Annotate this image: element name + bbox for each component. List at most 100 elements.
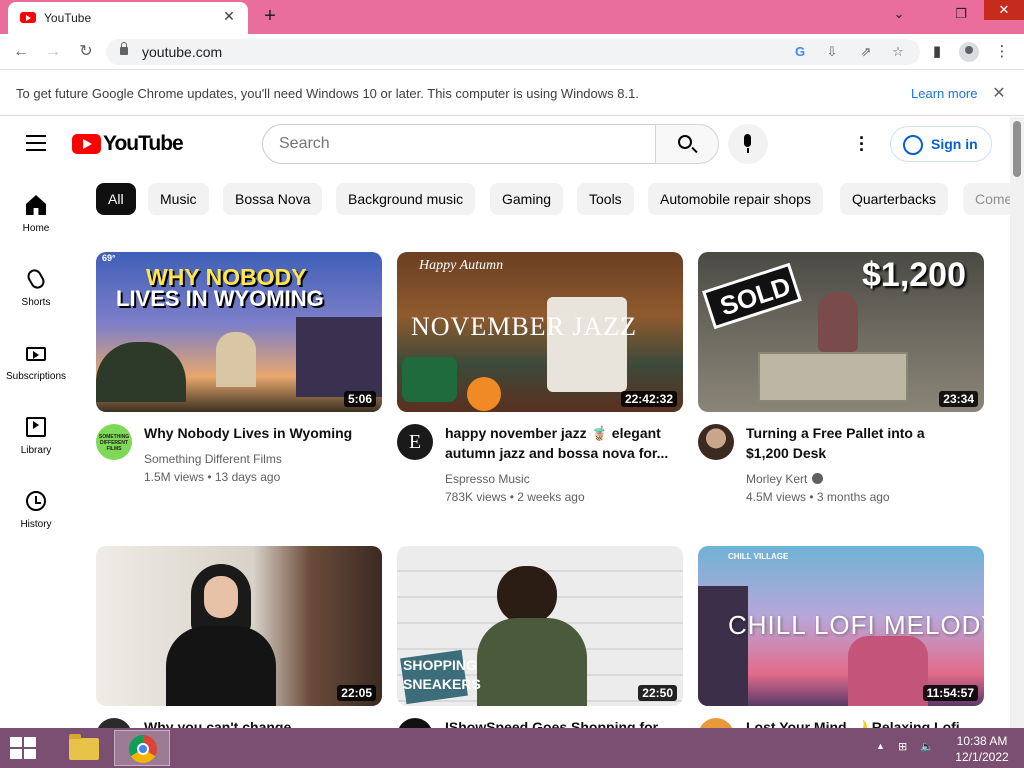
- tray-overflow-icon[interactable]: ▲: [876, 741, 885, 751]
- video-thumbnail[interactable]: SHOPPING SNEAKERS 22:50: [397, 546, 683, 706]
- thumbnail-overlay-text: SNEAKERS: [403, 676, 481, 692]
- chip-gaming[interactable]: Gaming: [490, 183, 564, 215]
- thumbnail-overlay-text: NOVEMBER JAZZ: [411, 312, 638, 341]
- chip-tools[interactable]: Tools: [577, 183, 634, 215]
- channel-name[interactable]: Something Different Films: [144, 452, 282, 466]
- window-close-button[interactable]: ✕: [984, 0, 1024, 20]
- guide-label: Library: [20, 445, 52, 456]
- video-duration: 22:42:32: [620, 391, 677, 407]
- chip-background-music[interactable]: Background music: [336, 183, 476, 215]
- side-panel-icon[interactable]: ▮: [926, 41, 948, 63]
- video-title-line: Turning a Free Pallet into a: [746, 425, 925, 441]
- sign-in-button[interactable]: Sign in: [890, 126, 992, 162]
- video-title-line: autumn jazz and bossa nova for...: [445, 445, 669, 461]
- browser-tab-youtube[interactable]: YouTube ✕: [8, 2, 248, 34]
- volume-icon[interactable]: 🔈: [920, 740, 934, 753]
- video-title-line: $1,200 Desk: [746, 445, 827, 461]
- video-thumbnail[interactable]: CHILL VILLAGE CHILL LOFI MELODY 11:54:57: [698, 546, 984, 706]
- video-title[interactable]: Turning a Free Pallet into a $1,200 Desk: [746, 423, 982, 463]
- search-input[interactable]: Search: [262, 124, 656, 164]
- thumbnail-overlay-text: SHOPPING: [403, 657, 477, 673]
- thumbnail-overlay-text: SOLD: [716, 270, 795, 322]
- share-icon[interactable]: ⇗: [856, 43, 876, 61]
- google-lens-icon[interactable]: G: [790, 43, 810, 61]
- thumbnail-overlay-text: CHILL VILLAGE: [728, 552, 789, 561]
- chip-comedy[interactable]: Comedy: [963, 183, 1010, 215]
- learn-more-link[interactable]: Learn more: [911, 86, 977, 101]
- guide-label: Shorts: [21, 297, 51, 308]
- guide-item-home[interactable]: Home: [0, 195, 72, 269]
- video-thumbnail[interactable]: Happy Autumn NOVEMBER JAZZ 22:42:32: [397, 252, 683, 412]
- network-icon[interactable]: ⊞: [898, 740, 907, 753]
- hoodie-shape: [477, 618, 587, 706]
- chip-quarterbacks[interactable]: Quarterbacks: [840, 183, 949, 215]
- profile-avatar-icon[interactable]: [959, 42, 979, 62]
- reload-button[interactable]: ↻: [75, 41, 97, 63]
- channel-name[interactable]: Morley Kert: [746, 472, 824, 486]
- scrollbar-thumb[interactable]: [1013, 121, 1021, 177]
- channel-avatar[interactable]: [698, 424, 734, 460]
- subscriptions-icon: [26, 347, 46, 361]
- install-app-icon[interactable]: ⇩: [822, 43, 842, 61]
- video-thumbnail[interactable]: 69° WHY NOBODY LIVES IN WYOMING 5:06: [96, 252, 382, 412]
- video-title-line: Why Nobody Lives in Wyoming: [144, 425, 353, 441]
- pallet-shape: [758, 352, 908, 402]
- thumbnail-overlay-text: Happy Autumn: [419, 258, 504, 273]
- url-text[interactable]: youtube.com: [142, 44, 222, 60]
- address-bar[interactable]: youtube.com G ⇩ ⇗ ☆: [106, 39, 920, 65]
- infobar-close-icon[interactable]: ✕: [990, 83, 1008, 103]
- tree-shape: [96, 342, 186, 402]
- forward-button[interactable]: →: [42, 41, 64, 63]
- tree-silhouette-shape: [698, 586, 748, 706]
- channel-avatar[interactable]: E: [397, 424, 433, 460]
- tab-close-icon[interactable]: ✕: [220, 8, 238, 25]
- video-thumbnail[interactable]: 22:05: [96, 546, 382, 706]
- channel-name[interactable]: Espresso Music: [445, 472, 530, 486]
- thumbnail-overlay-text: $1,200: [862, 256, 966, 294]
- video-duration: 11:54:57: [922, 685, 978, 701]
- channel-avatar[interactable]: SOMETHING DIFFERENT FILMS: [96, 424, 132, 460]
- capitol-building-shape: [216, 332, 256, 387]
- chip-automobile-repair-shops[interactable]: Automobile repair shops: [648, 183, 823, 215]
- head-shape: [497, 566, 557, 624]
- avatar-text: SOMETHING DIFFERENT FILMS: [98, 434, 130, 452]
- chip-bossa-nova[interactable]: Bossa Nova: [223, 183, 323, 215]
- sign-in-label: Sign in: [931, 136, 978, 152]
- video-meta: 783K views • 2 weeks ago: [445, 490, 585, 504]
- home-icon: [26, 195, 46, 215]
- search-button[interactable]: [655, 124, 719, 164]
- file-explorer-taskbar-button[interactable]: [54, 730, 110, 766]
- bookmark-star-icon[interactable]: ☆: [888, 43, 908, 61]
- new-tab-button[interactable]: +: [258, 5, 282, 28]
- lock-icon[interactable]: [120, 42, 128, 55]
- screen: YouTube ✕ + ⌄ ❐ ✕ ← → ↻ youtube.com G ⇩ …: [0, 0, 1024, 768]
- taskbar-clock[interactable]: 10:38 AM 12/1/2022: [952, 733, 1012, 765]
- settings-more-icon[interactable]: · · ·: [852, 129, 872, 159]
- video-thumbnail[interactable]: SOLD $1,200 23:34: [698, 252, 984, 412]
- youtube-play-icon: [72, 134, 101, 154]
- guide-label: History: [20, 519, 52, 530]
- thumbnail-overlay-text: CHILL LOFI MELODY: [728, 610, 984, 640]
- windows-start-icon[interactable]: [10, 737, 36, 759]
- chrome-menu-icon[interactable]: ⋮: [991, 41, 1013, 63]
- chrome-taskbar-button[interactable]: [114, 730, 170, 766]
- chip-all[interactable]: All: [96, 183, 136, 215]
- guide-item-subscriptions[interactable]: Subscriptions: [0, 343, 72, 417]
- page-scrollbar[interactable]: [1010, 117, 1024, 728]
- guide-item-library[interactable]: Library: [0, 417, 72, 491]
- video-title[interactable]: happy november jazz 🧋 elegant autumn jaz…: [445, 423, 681, 463]
- video-meta: 1.5M views • 13 days ago: [144, 470, 281, 484]
- guide-label: Home: [22, 223, 50, 234]
- guide-item-history[interactable]: History: [0, 491, 72, 565]
- window-restore-button[interactable]: ❐: [946, 4, 976, 24]
- category-chip-bar: All Music Bossa Nova Background music Ga…: [96, 183, 1010, 215]
- windows-taskbar: ▲ ⊞ 🔈 10:38 AM 12/1/2022: [0, 728, 1024, 768]
- tab-search-chevron-icon[interactable]: ⌄: [884, 4, 914, 24]
- voice-search-mic-icon[interactable]: [728, 124, 768, 164]
- video-meta: 4.5M views • 3 months ago: [746, 490, 890, 504]
- chip-music[interactable]: Music: [148, 183, 209, 215]
- back-button[interactable]: ←: [10, 41, 32, 63]
- guide-item-shorts[interactable]: Shorts: [0, 266, 72, 343]
- video-title[interactable]: Why Nobody Lives in Wyoming: [144, 423, 380, 443]
- guide-menu-icon[interactable]: [26, 135, 46, 151]
